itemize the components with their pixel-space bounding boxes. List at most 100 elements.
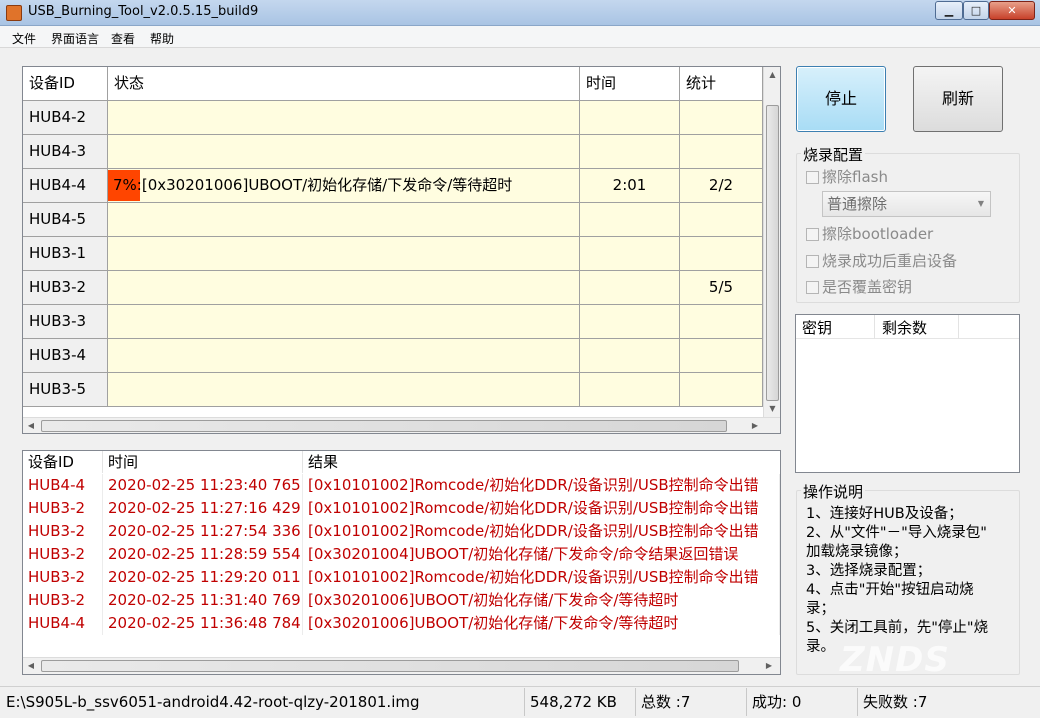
checkbox-box[interactable] [806, 281, 819, 294]
log-row[interactable]: HUB3-2 2020-02-25 11:27:16 429 [0x10101002… [23, 497, 780, 520]
grid-cell-time[interactable] [580, 135, 680, 169]
refresh-button[interactable]: 刷新 [913, 66, 1003, 132]
grid-cell-id[interactable]: HUB3-5 [23, 373, 108, 407]
key-header-remaining[interactable]: 剩余数 [882, 317, 927, 338]
vertical-scroll-thumb[interactable] [766, 105, 779, 401]
grid-cell-status[interactable] [108, 305, 580, 339]
maximize-button[interactable]: □ [963, 1, 989, 20]
key-header-key[interactable]: 密钥 [802, 317, 832, 338]
log-scroll-right-arrow[interactable]: ▶ [763, 661, 775, 670]
menu-view[interactable]: 查看 [111, 30, 135, 47]
grid-header-stat[interactable]: 统计 [680, 67, 763, 101]
grid-cell-status[interactable] [108, 203, 580, 237]
log-row[interactable]: HUB4-4 2020-02-25 11:36:48 784 [0x30201006… [23, 612, 780, 635]
log-row[interactable]: HUB3-2 2020-02-25 11:29:20 011 [0x10101002… [23, 566, 780, 589]
log-header-device-id[interactable]: 设备ID [23, 451, 103, 473]
grid-cell-stat[interactable]: 5/5 [680, 271, 763, 305]
log-cell-id: HUB3-2 [23, 566, 103, 589]
grid-cell-id[interactable]: HUB4-5 [23, 203, 108, 237]
grid-cell-id[interactable]: HUB4-4 [23, 169, 108, 203]
log-cell-result: [0x30201006]UBOOT/初始化存储/下发命令/等待超时 [303, 589, 780, 612]
log-row[interactable]: HUB3-2 2020-02-25 11:27:54 336 [0x10101002… [23, 520, 780, 543]
log-row[interactable]: HUB3-2 2020-02-25 11:28:59 554 [0x30201004… [23, 543, 780, 566]
status-separator [746, 688, 747, 716]
progress-percent: 7% [113, 176, 137, 194]
checkbox-box[interactable] [806, 255, 819, 268]
grid-cell-time[interactable] [580, 339, 680, 373]
instruction-line: 5、关闭工具前，先"停止"烧 [806, 620, 989, 636]
grid-cell-stat[interactable] [680, 305, 763, 339]
minimize-button[interactable]: ▁ [935, 1, 963, 20]
log-cell-result: [0x30201004]UBOOT/初始化存储/下发命令/命令结果返回错误 [303, 543, 780, 566]
grid-cell-id[interactable]: HUB3-1 [23, 237, 108, 271]
progress-percent [108, 244, 113, 262]
status-fail: 失败数 :7 [863, 693, 928, 711]
grid-header-device-id[interactable]: 设备ID [23, 67, 108, 101]
grid-cell-id[interactable]: HUB3-3 [23, 305, 108, 339]
scroll-left-arrow[interactable]: ◀ [25, 421, 37, 430]
grid-cell-stat[interactable] [680, 237, 763, 271]
grid-cell-id[interactable]: HUB4-2 [23, 101, 108, 135]
grid-cell-status[interactable] [108, 135, 580, 169]
grid-cell-time[interactable] [580, 101, 680, 135]
erase-bootloader-checkbox[interactable]: 擦除bootloader [806, 223, 933, 244]
column-divider [874, 315, 875, 339]
menu-file[interactable]: 文件 [12, 30, 36, 47]
close-button[interactable]: ✕ [989, 1, 1035, 20]
grid-vertical-scrollbar[interactable]: ▲ ▼ [763, 67, 780, 417]
grid-cell-time[interactable] [580, 305, 680, 339]
grid-cell-time[interactable] [580, 373, 680, 407]
progress-percent [108, 380, 113, 398]
reboot-after-checkbox[interactable]: 烧录成功后重启设备 [806, 250, 957, 271]
progress-percent [108, 210, 113, 228]
log-header-result[interactable]: 结果 [303, 451, 780, 473]
grid-cell-status[interactable] [108, 237, 580, 271]
scroll-up-arrow[interactable]: ▲ [764, 70, 780, 79]
menu-language[interactable]: 界面语言 [51, 30, 99, 47]
log-horizontal-scroll-thumb[interactable] [41, 660, 739, 672]
log-scroll-left-arrow[interactable]: ◀ [25, 661, 37, 670]
log-row[interactable]: HUB3-2 2020-02-25 11:31:40 769 [0x30201006… [23, 589, 780, 612]
grid-cell-stat[interactable] [680, 203, 763, 237]
device-grid: 设备ID 状态 时间 统计 HUB4-2 HUB4-3 HUB4-4 7%:[0x30… [22, 66, 781, 434]
grid-cell-status[interactable] [108, 101, 580, 135]
grid-cell-status[interactable]: 7%:[0x30201006]UBOOT/初始化存储/下发命令/等待超时 [108, 169, 580, 203]
erase-mode-select[interactable]: 普通擦除 ▼ [822, 191, 991, 217]
log-cell-id: HUB3-2 [23, 543, 103, 566]
checkbox-box[interactable] [806, 228, 819, 241]
status-separator [635, 688, 636, 716]
grid-cell-status[interactable] [108, 373, 580, 407]
scroll-right-arrow[interactable]: ▶ [749, 421, 761, 430]
grid-cell-id[interactable]: HUB3-2 [23, 271, 108, 305]
status-success: 成功: 0 [752, 693, 802, 711]
grid-cell-stat[interactable] [680, 339, 763, 373]
menu-help[interactable]: 帮助 [150, 30, 174, 47]
instruction-line: 3、选择烧录配置； [806, 563, 932, 579]
grid-cell-stat[interactable] [680, 135, 763, 169]
log-row[interactable]: HUB4-4 2020-02-25 11:23:40 765 [0x10101002… [23, 474, 780, 497]
scroll-down-arrow[interactable]: ▼ [764, 404, 780, 413]
grid-cell-time[interactable] [580, 237, 680, 271]
erase-flash-checkbox[interactable]: 擦除flash [806, 166, 888, 187]
app-icon [6, 5, 22, 21]
log-header-time[interactable]: 时间 [103, 451, 303, 473]
stop-button[interactable]: 停止 [796, 66, 886, 132]
grid-cell-stat[interactable] [680, 101, 763, 135]
grid-horizontal-scrollbar[interactable]: ◀ ▶ [23, 417, 780, 433]
grid-header-status[interactable]: 状态 [108, 67, 580, 101]
grid-cell-status[interactable] [108, 339, 580, 373]
grid-cell-time[interactable] [580, 203, 680, 237]
horizontal-scroll-thumb[interactable] [41, 420, 727, 432]
instruction-line: 录； [806, 601, 835, 617]
grid-cell-id[interactable]: HUB3-4 [23, 339, 108, 373]
log-horizontal-scrollbar[interactable]: ◀ ▶ [23, 657, 780, 674]
overwrite-key-checkbox[interactable]: 是否覆盖密钥 [806, 276, 912, 297]
grid-cell-time[interactable]: 2:01 [580, 169, 680, 203]
grid-cell-id[interactable]: HUB4-3 [23, 135, 108, 169]
grid-cell-status[interactable] [108, 271, 580, 305]
grid-cell-stat[interactable] [680, 373, 763, 407]
grid-cell-time[interactable] [580, 271, 680, 305]
checkbox-box[interactable] [806, 171, 819, 184]
grid-cell-stat[interactable]: 2/2 [680, 169, 763, 203]
grid-header-time[interactable]: 时间 [580, 67, 680, 101]
